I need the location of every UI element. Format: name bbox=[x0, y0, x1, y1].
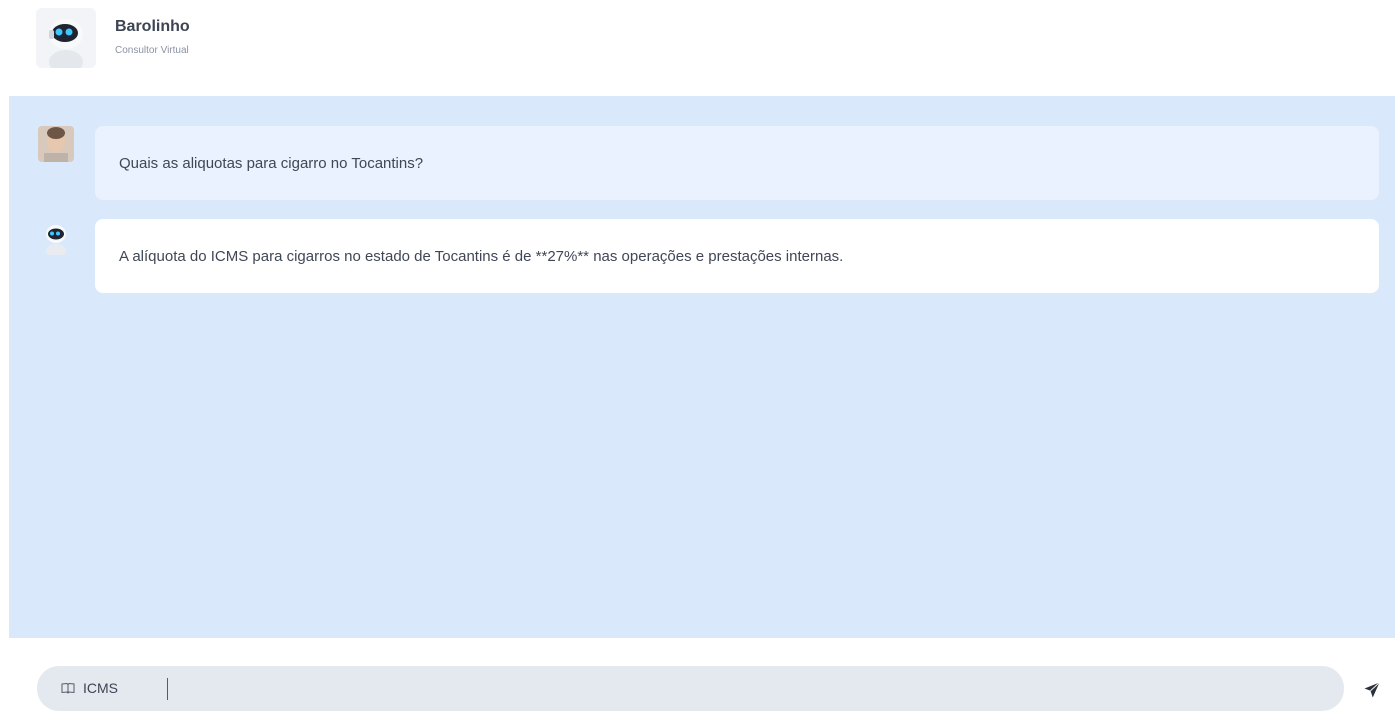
user-message-text: Quais as aliquotas para cigarro no Tocan… bbox=[119, 154, 424, 172]
user-message-bubble: Quais as aliquotas para cigarro no Tocan… bbox=[95, 126, 1379, 200]
chat-header: Barolinho Consultor Virtual bbox=[0, 0, 1395, 96]
send-icon bbox=[1364, 682, 1380, 698]
message-input[interactable]: ICMS bbox=[37, 666, 1344, 711]
bot-avatar bbox=[36, 8, 96, 68]
book-icon bbox=[61, 682, 75, 694]
bot-subtitle: Consultor Virtual bbox=[115, 45, 189, 56]
robot-icon bbox=[36, 8, 96, 68]
robot-icon bbox=[38, 219, 74, 255]
bot-message-avatar bbox=[38, 219, 74, 255]
bot-message-text: A alíquota do ICMS para cigarros no esta… bbox=[119, 247, 844, 265]
bot-message-bubble: A alíquota do ICMS para cigarros no esta… bbox=[95, 219, 1379, 293]
send-button[interactable] bbox=[1360, 678, 1384, 702]
text-cursor bbox=[167, 678, 168, 700]
mode-label: ICMS bbox=[83, 680, 118, 696]
user-avatar bbox=[38, 126, 74, 162]
mode-selector[interactable]: ICMS bbox=[61, 680, 118, 696]
bot-name: Barolinho bbox=[115, 18, 190, 35]
